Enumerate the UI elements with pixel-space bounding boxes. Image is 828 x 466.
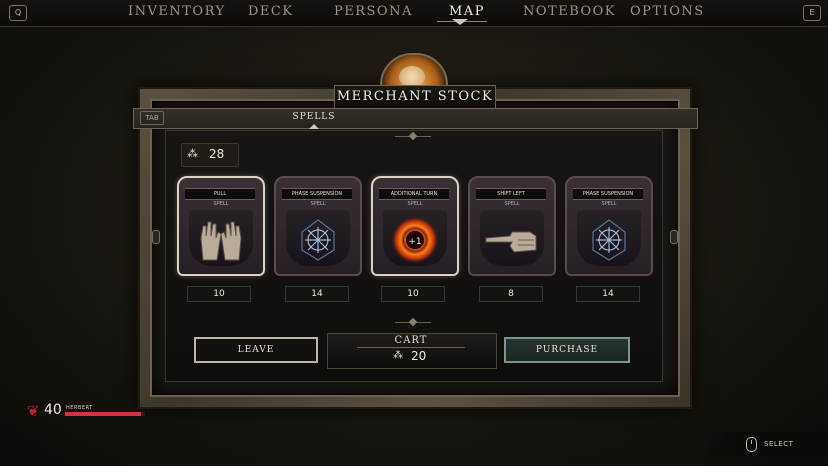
tab-spells-caret-icon [309, 124, 319, 129]
card-name: PHASE SUSPENSION [282, 188, 352, 200]
price-tag: 10 [187, 286, 251, 302]
bone-coin-icon: ⁂ [187, 147, 198, 160]
price-tag: 14 [576, 286, 640, 302]
card-type: SPELL [504, 201, 520, 207]
leave-button[interactable]: LEAVE [194, 337, 318, 363]
card-art [480, 210, 544, 266]
spell-card-phase-suspension-2[interactable]: PHASE SUSPENSION SPELL [565, 176, 653, 276]
card-type: SPELL [310, 201, 326, 207]
currency-display: ⁂ 28 [181, 143, 239, 167]
cart-total: 20 [411, 349, 427, 363]
tab-spells[interactable]: SPELLS [290, 112, 338, 122]
plus-one-text: +1 [408, 237, 421, 247]
card-name: PULL [185, 188, 255, 200]
cart-divider [357, 347, 465, 348]
cart-title: CART [394, 335, 428, 346]
heart-icon: ❦ [27, 402, 40, 420]
bone-coin-icon: ⁂ [393, 350, 403, 361]
card-art [189, 210, 253, 266]
tab-key-hint[interactable]: TAB [140, 111, 164, 125]
mouse-icon [746, 437, 757, 452]
tab-options[interactable]: OPTIONS [630, 4, 705, 19]
card-art: +1 [383, 210, 447, 266]
price-tag: 14 [285, 286, 349, 302]
card-type: SPELL [407, 201, 423, 207]
card-name: ADDITIONAL TURN [379, 188, 449, 200]
glyph-sigil-icon [301, 219, 335, 261]
frame-knob-right-icon [670, 230, 678, 244]
active-tab-caret-icon [452, 19, 468, 25]
card-name: PHASE SUSPENSION [573, 188, 643, 200]
tab-persona[interactable]: PERSONA [334, 4, 413, 19]
card-type: SPELL [213, 201, 229, 207]
open-hands-icon [200, 221, 242, 261]
glyph-sigil-icon [592, 219, 626, 261]
nav-prev-key[interactable]: Q [9, 5, 27, 21]
health-bar-fill [65, 412, 141, 416]
player-name: HERBERT [66, 405, 93, 411]
currency-amount: 28 [209, 147, 225, 161]
spell-card-shift-left[interactable]: SHIFT LEFT SPELL [468, 176, 556, 276]
card-name: SHIFT LEFT [476, 188, 546, 200]
select-hint-label: SELECT [764, 440, 794, 448]
tab-deck[interactable]: DECK [248, 4, 294, 19]
card-type: SPELL [601, 201, 617, 207]
price-tag: 8 [479, 286, 543, 302]
tab-notebook[interactable]: NOTEBOOK [523, 4, 616, 19]
pointing-hand-icon [485, 231, 537, 253]
spell-card-phase-suspension[interactable]: PHASE SUSPENSION SPELL [274, 176, 362, 276]
category-tab-bar [133, 108, 698, 129]
nav-next-key[interactable]: E [803, 5, 821, 21]
card-art [577, 210, 641, 266]
tab-map[interactable]: MAP [449, 4, 485, 19]
merchant-title: MERCHANT STOCK [334, 85, 496, 109]
price-tag: 10 [381, 286, 445, 302]
spell-card-pull[interactable]: PULL SPELL [177, 176, 265, 276]
spell-card-additional-turn[interactable]: ADDITIONAL TURN SPELL +1 [371, 176, 459, 276]
purchase-button[interactable]: PURCHASE [504, 337, 630, 363]
frame-knob-left-icon [152, 230, 160, 244]
tab-inventory[interactable]: INVENTORY [128, 4, 226, 19]
player-health: 40 [44, 402, 62, 418]
plus-one-ring-icon: +1 [391, 216, 439, 264]
card-art [286, 210, 350, 266]
